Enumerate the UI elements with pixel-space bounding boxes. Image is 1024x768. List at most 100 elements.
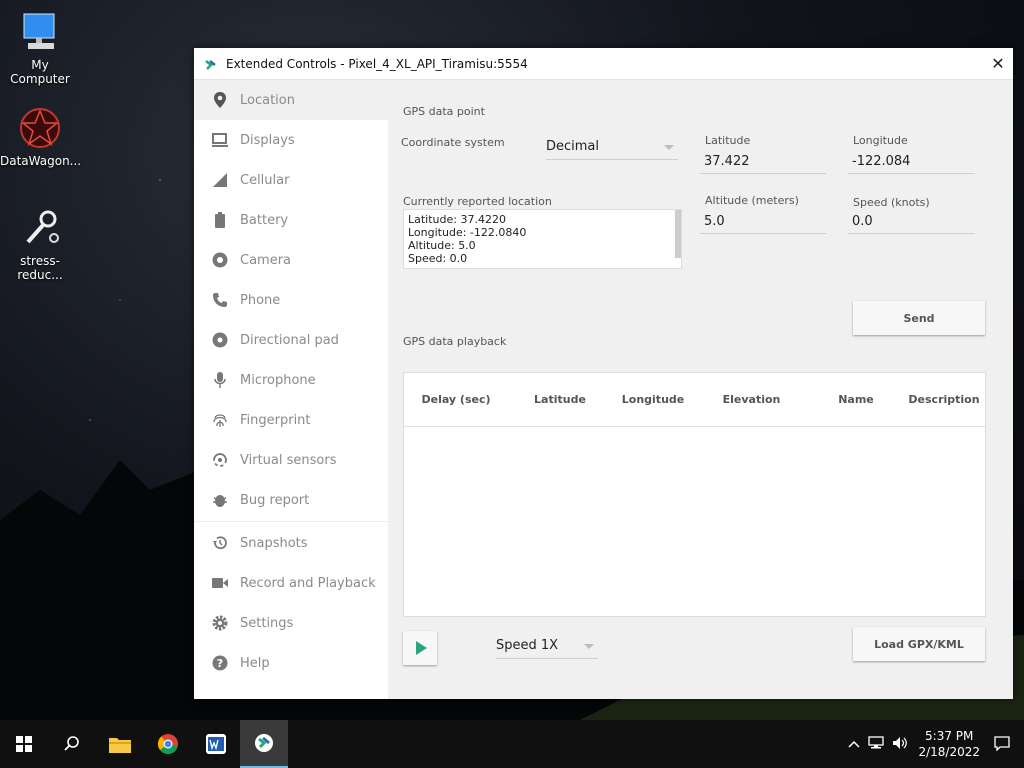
desktop-icon-label: stress-reduc... <box>17 254 63 282</box>
desktop-icon-label: My Computer <box>10 58 70 86</box>
display-icon <box>212 132 228 148</box>
notification-icon[interactable] <box>994 735 1010 754</box>
column-latitude[interactable]: Latitude <box>508 393 612 406</box>
sidebar-item-snapshots[interactable]: Snapshots <box>194 523 388 563</box>
reported-longitude: Longitude: -122.0840 <box>408 226 527 239</box>
desktop-icon-stress-reduc[interactable]: stress-reduc... <box>0 206 80 282</box>
column-description[interactable]: Description <box>903 393 985 406</box>
coordinate-system-label: Coordinate system <box>401 136 505 149</box>
tool-icon <box>18 206 62 250</box>
sidebar-item-virtual-sensors[interactable]: Virtual sensors <box>194 440 388 480</box>
sidebar-item-label: Battery <box>240 212 289 228</box>
reported-latitude: Latitude: 37.4220 <box>408 213 506 226</box>
send-button[interactable]: Send <box>853 301 985 335</box>
sidebar-item-fingerprint[interactable]: Fingerprint <box>194 400 388 440</box>
coordinate-system-dropdown[interactable]: Decimal <box>546 136 678 160</box>
sidebar-item-label: Phone <box>240 292 281 308</box>
location-pin-icon <box>212 92 228 108</box>
emulator-button[interactable] <box>240 720 288 768</box>
speed-input[interactable]: 0.0 <box>848 212 975 234</box>
clock-time: 5:37 PM <box>925 729 974 743</box>
dpad-icon <box>212 332 228 348</box>
latitude-input[interactable]: 37.422 <box>700 152 826 174</box>
sidebar-item-settings[interactable]: Settings <box>194 603 388 643</box>
longitude-label: Longitude <box>853 134 908 147</box>
sidebar-item-record-and-playback[interactable]: Record and Playback <box>194 563 388 603</box>
sidebar-item-label: Microphone <box>240 372 316 388</box>
textbox-scrollbar[interactable] <box>675 210 681 258</box>
sidebar-item-label: Snapshots <box>240 535 308 551</box>
search-button[interactable] <box>48 720 96 768</box>
search-icon <box>64 736 79 751</box>
system-tray: 5:37 PM 2/18/2022 <box>848 720 1024 768</box>
currently-reported-location-label: Currently reported location <box>403 195 552 208</box>
gear-icon <box>212 615 228 631</box>
sidebar-item-microphone[interactable]: Microphone <box>194 360 388 400</box>
sidebar-item-help[interactable]: ? Help <box>194 643 388 683</box>
chevron-up-icon[interactable] <box>848 737 860 751</box>
column-delay[interactable]: Delay (sec) <box>404 393 508 406</box>
word-button[interactable] <box>192 720 240 768</box>
playback-speed-dropdown[interactable]: Speed 1X <box>496 635 598 659</box>
window-titlebar[interactable]: Extended Controls - Pixel_4_XL_API_Tiram… <box>194 48 1013 80</box>
playback-speed-value: Speed 1X <box>496 638 559 653</box>
taskbar: 5:37 PM 2/18/2022 <box>0 720 1024 768</box>
chrome-button[interactable] <box>144 720 192 768</box>
phone-icon <box>212 292 228 308</box>
sensors-icon <box>212 452 228 468</box>
altitude-input[interactable]: 5.0 <box>700 212 826 234</box>
reported-altitude: Altitude: 5.0 <box>408 239 476 252</box>
datawagon-logo-icon <box>18 106 62 150</box>
desktop-icon-datawagon[interactable]: DataWagon... <box>0 106 82 168</box>
sidebar-item-displays[interactable]: Displays <box>194 120 388 160</box>
speed-label: Speed (knots) <box>853 196 930 209</box>
camera-icon <box>212 252 228 268</box>
help-icon: ? <box>212 655 228 671</box>
sidebar-item-label: Fingerprint <box>240 412 311 428</box>
column-name[interactable]: Name <box>809 393 903 406</box>
gps-data-playback-title: GPS data playback <box>403 335 507 348</box>
sidebar-item-phone[interactable]: Phone <box>194 280 388 320</box>
bug-icon <box>212 492 228 508</box>
windows-logo-icon <box>16 736 32 752</box>
battery-icon <box>212 212 228 228</box>
sidebar-item-label: Camera <box>240 252 292 268</box>
sidebar-item-label: Location <box>240 92 295 108</box>
clock-date: 2/18/2022 <box>918 745 980 759</box>
chevron-down-icon <box>664 145 674 150</box>
sidebar-item-directional-pad[interactable]: Directional pad <box>194 320 388 360</box>
chevron-down-icon <box>584 644 594 649</box>
sidebar-item-battery[interactable]: Battery <box>194 200 388 240</box>
latitude-label: Latitude <box>705 134 751 147</box>
sidebar-item-label: Record and Playback <box>240 575 376 591</box>
gps-data-point-title: GPS data point <box>403 105 485 118</box>
desktop-icon-label: DataWagon... <box>0 154 82 168</box>
sidebar-item-label: Virtual sensors <box>240 452 337 468</box>
column-elevation[interactable]: Elevation <box>694 393 809 406</box>
sidebar-item-camera[interactable]: Camera <box>194 240 388 280</box>
start-button[interactable] <box>0 720 48 768</box>
gps-playback-table[interactable]: Delay (sec) Latitude Longitude Elevation… <box>403 372 986 617</box>
play-button[interactable] <box>403 631 437 665</box>
sidebar-item-bug-report[interactable]: Bug report <box>194 480 388 520</box>
sidebar-item-location[interactable]: Location <box>194 80 388 120</box>
sidebar-item-label: Displays <box>240 132 295 148</box>
file-explorer-button[interactable] <box>96 720 144 768</box>
sidebar-item-label: Bug report <box>240 492 310 508</box>
reported-location-textbox[interactable]: Latitude: 37.4220 Longitude: -122.0840 A… <box>403 209 682 269</box>
longitude-input[interactable]: -122.084 <box>848 152 975 174</box>
sidebar-item-label: Directional pad <box>240 332 339 348</box>
column-longitude[interactable]: Longitude <box>612 393 694 406</box>
location-panel: GPS data point Coordinate system Decimal… <box>388 80 1013 699</box>
network-icon[interactable] <box>868 735 885 753</box>
sidebar-item-cellular[interactable]: Cellular <box>194 160 388 200</box>
clock[interactable]: 5:37 PM 2/18/2022 <box>918 728 980 760</box>
word-app-icon <box>206 734 226 754</box>
volume-icon[interactable] <box>892 736 908 753</box>
sidebar-item-label: Cellular <box>240 172 290 188</box>
load-gpx-kml-button[interactable]: Load GPX/KML <box>853 627 985 661</box>
close-button[interactable]: ✕ <box>983 54 1013 73</box>
history-icon <box>212 535 228 551</box>
desktop-icon-my-computer[interactable]: My Computer <box>0 10 80 86</box>
emulator-app-icon <box>204 57 218 71</box>
